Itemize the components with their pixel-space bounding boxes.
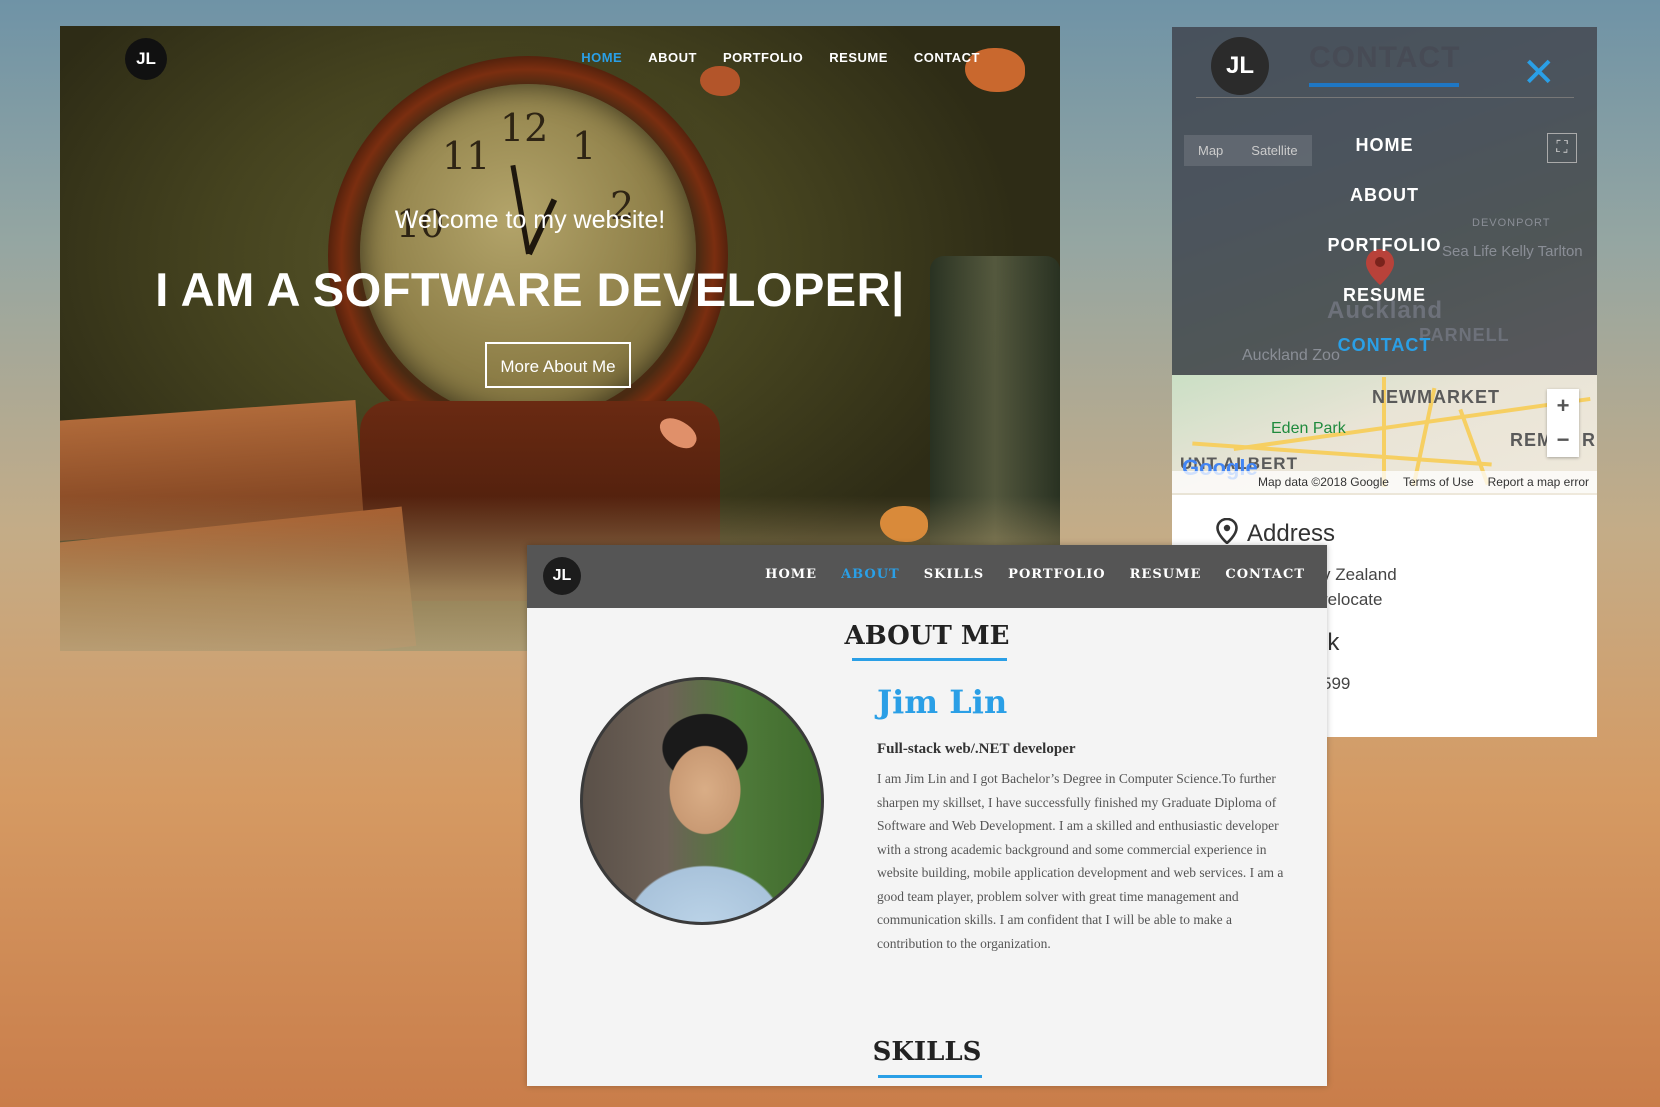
menu-item-resume[interactable]: RESUME	[1172, 270, 1597, 320]
map-label: NEWMARKET	[1372, 387, 1500, 407]
main-nav: HOME ABOUT PORTFOLIO RESUME CONTACT	[581, 50, 980, 65]
map-label: Eden Park	[1271, 420, 1346, 437]
close-icon[interactable]: ✕	[1522, 53, 1556, 93]
more-about-me-button[interactable]: More About Me	[485, 342, 631, 388]
zoom-out-button[interactable]: −	[1547, 423, 1579, 457]
welcome-text: Welcome to my website!	[394, 206, 666, 234]
about-screenshot: JL HOME ABOUT SKILLS PORTFOLIO RESUME CO…	[527, 545, 1327, 1086]
heading-underline	[878, 1075, 982, 1078]
menu-item-contact[interactable]: CONTACT	[1172, 320, 1597, 370]
profile-role: Full-stack web/.NET developer	[877, 741, 1076, 757]
location-pin-icon	[1216, 518, 1238, 544]
profile-photo	[580, 677, 824, 925]
title-underline	[1309, 83, 1459, 87]
skills-heading: SKILLS	[872, 1037, 982, 1067]
nav-about[interactable]: ABOUT	[648, 50, 697, 65]
heading-underline	[852, 658, 1007, 661]
zoom-control: + −	[1547, 389, 1579, 457]
main-nav: HOME ABOUT SKILLS PORTFOLIO RESUME CONTA…	[765, 567, 1305, 582]
menu-item-portfolio[interactable]: PORTFOLIO	[1172, 220, 1597, 270]
nav-resume[interactable]: RESUME	[1130, 567, 1202, 582]
address-line: v Zealand	[1322, 565, 1397, 584]
nav-home[interactable]: HOME	[765, 567, 817, 582]
nav-portfolio[interactable]: PORTFOLIO	[1008, 567, 1105, 582]
site-logo[interactable]: JL	[1211, 37, 1269, 95]
menu-item-home[interactable]: HOME	[1172, 120, 1597, 170]
nav-resume[interactable]: RESUME	[829, 50, 888, 65]
rose-image	[700, 66, 740, 96]
hero-headline: I AM A SOFTWARE DEVELOPER|	[155, 263, 905, 316]
clock-number: 12	[500, 106, 549, 150]
nav-home[interactable]: HOME	[581, 50, 622, 65]
contact-title: CONTACT	[1309, 41, 1461, 74]
zoom-in-button[interactable]: +	[1547, 389, 1579, 423]
profile-bio: I am Jim Lin and I got Bachelor’s Degree…	[877, 771, 1284, 951]
navbar: JL HOME ABOUT SKILLS PORTFOLIO RESUME CO…	[527, 545, 1327, 608]
site-logo[interactable]: JL	[125, 38, 167, 80]
clock-number: 1	[572, 124, 597, 168]
nav-contact[interactable]: CONTACT	[1225, 567, 1305, 582]
petal-image	[880, 506, 928, 542]
terms-of-use-link[interactable]: Terms of Use	[1403, 471, 1474, 493]
map-label: R	[1582, 430, 1596, 450]
nav-about[interactable]: ABOUT	[841, 567, 900, 582]
clock-number: 11	[442, 134, 491, 178]
profile-name: Jim Lin	[877, 683, 1008, 721]
report-map-error-link[interactable]: Report a map error	[1488, 471, 1589, 493]
nav-skills[interactable]: SKILLS	[924, 567, 984, 582]
address-line: relocate	[1322, 590, 1383, 609]
map-data-credit: Map data ©2018 Google	[1258, 475, 1389, 489]
header-divider	[1196, 97, 1574, 98]
nav-contact[interactable]: CONTACT	[914, 50, 980, 65]
menu-item-about[interactable]: ABOUT	[1172, 170, 1597, 220]
address-heading: Address	[1247, 520, 1336, 547]
about-me-heading: ABOUT ME	[844, 621, 1010, 651]
mobile-menu: HOME ABOUT PORTFOLIO RESUME CONTACT	[1172, 120, 1597, 370]
nav-portfolio[interactable]: PORTFOLIO	[723, 50, 803, 65]
site-logo[interactable]: JL	[543, 557, 581, 595]
map-attribution: Map data ©2018 Google Terms of Use Repor…	[1172, 471, 1597, 493]
